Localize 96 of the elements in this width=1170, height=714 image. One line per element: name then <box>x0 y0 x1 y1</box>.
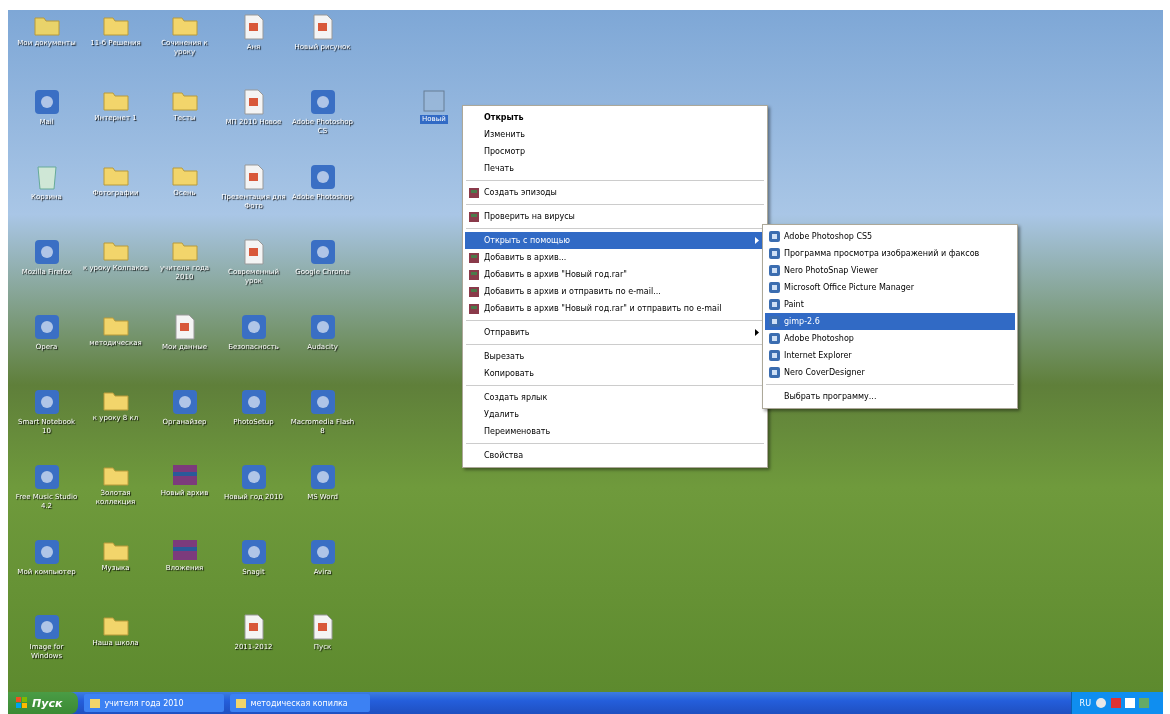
menu-item[interactable]: Internet Explorer <box>765 347 1015 364</box>
menu-item[interactable]: Создать эпизоды <box>465 184 765 201</box>
application-icon <box>309 89 336 115</box>
document-icon <box>242 14 265 40</box>
submenu-arrow-icon <box>755 329 759 336</box>
application-icon <box>171 389 198 415</box>
folder-icon <box>102 614 129 636</box>
application-icon <box>309 539 336 565</box>
menu-item[interactable]: Paint <box>765 296 1015 313</box>
application-icon <box>33 614 60 640</box>
document-icon <box>242 164 265 190</box>
menu-item[interactable]: gimp-2.6 <box>765 313 1015 330</box>
folder-icon <box>102 464 129 486</box>
application-icon <box>309 164 336 190</box>
program-icon <box>768 367 780 378</box>
menu-item[interactable]: Просмотр <box>465 143 765 160</box>
folder-icon <box>102 539 129 561</box>
menu-item[interactable]: Открыть с помощью <box>465 232 765 249</box>
program-icon <box>768 333 780 344</box>
menu-item[interactable]: Создать ярлык <box>465 389 765 406</box>
menu-item[interactable]: Удалить <box>465 406 765 423</box>
archive-icon <box>171 539 198 561</box>
menu-item[interactable]: Microsoft Office Picture Manager <box>765 279 1015 296</box>
folder-icon <box>171 89 198 111</box>
taskbar-button[interactable]: методическая копилка <box>230 694 371 712</box>
program-icon <box>768 248 780 259</box>
program-icon <box>768 265 780 276</box>
application-icon <box>33 539 60 565</box>
start-button[interactable]: Пуск <box>8 692 79 714</box>
program-icon <box>768 299 780 310</box>
application-icon <box>240 314 267 340</box>
application-icon <box>33 314 60 340</box>
menu-item[interactable]: Открыть <box>465 109 765 126</box>
menu-item[interactable]: Свойства <box>465 447 765 464</box>
application-icon <box>33 89 60 115</box>
menu-item[interactable]: Печать <box>465 160 765 177</box>
program-icon <box>469 252 479 263</box>
recycle-bin-icon <box>35 164 58 190</box>
application-icon <box>33 389 60 415</box>
program-icon <box>469 211 479 222</box>
menu-item[interactable]: Проверить на вирусы <box>465 208 765 225</box>
program-icon <box>768 282 780 293</box>
document-icon <box>173 314 196 340</box>
program-icon <box>469 187 479 198</box>
menu-item[interactable]: Добавить в архив и отправить по e-mail... <box>465 283 765 300</box>
menu-item[interactable]: Nero PhotoSnap Viewer <box>765 262 1015 279</box>
application-icon <box>33 239 60 265</box>
program-icon <box>768 350 780 361</box>
window-icon <box>90 698 101 708</box>
menu-item[interactable]: Добавить в архив "Новый год.rar" и отправить по e-mail <box>465 300 765 317</box>
folder-icon <box>102 14 129 36</box>
folder-icon <box>102 389 129 411</box>
menu-item[interactable]: Adobe Photoshop <box>765 330 1015 347</box>
program-icon <box>469 303 479 314</box>
folder-icon <box>171 164 198 186</box>
application-icon <box>309 464 336 490</box>
menu-item[interactable]: Отправить <box>465 324 765 341</box>
folder-icon <box>102 89 129 111</box>
menu-item[interactable]: Копировать <box>465 365 765 382</box>
menu-item[interactable]: Вырезать <box>465 348 765 365</box>
language-indicator[interactable]: RU <box>1079 698 1091 708</box>
application-icon <box>309 239 336 265</box>
menu-item[interactable]: Выбрать программу... <box>765 388 1015 405</box>
menu-item[interactable]: Программа просмотра изображений и факсов <box>765 245 1015 262</box>
application-icon <box>33 464 60 490</box>
menu-item[interactable]: Переименовать <box>465 423 765 440</box>
menu-item[interactable]: Nero CoverDesigner <box>765 364 1015 381</box>
program-icon <box>768 231 780 242</box>
menu-item[interactable]: Изменить <box>465 126 765 143</box>
program-icon <box>469 286 479 297</box>
application-icon <box>309 314 336 340</box>
program-icon <box>768 316 780 327</box>
menu-item[interactable]: Добавить в архив... <box>465 249 765 266</box>
document-icon <box>311 614 334 640</box>
taskbar-button[interactable]: учителя года 2010 <box>84 694 225 712</box>
menu-item[interactable]: Добавить в архив "Новый год.rar" <box>465 266 765 283</box>
application-icon <box>240 464 267 490</box>
submenu-arrow-icon <box>755 237 759 244</box>
folder-icon <box>102 239 129 261</box>
folder-icon <box>102 164 129 186</box>
document-icon <box>311 14 334 40</box>
folder-icon <box>102 314 129 336</box>
windows-logo-icon <box>16 697 28 709</box>
application-icon <box>240 539 267 565</box>
application-icon <box>240 389 267 415</box>
document-icon <box>242 614 265 640</box>
menu-item[interactable]: Adobe Photoshop CS5 <box>765 228 1015 245</box>
application-icon <box>309 389 336 415</box>
folder-icon <box>171 14 198 36</box>
program-icon <box>469 269 479 280</box>
document-icon <box>242 239 265 265</box>
document-icon <box>242 89 265 115</box>
archive-icon <box>171 464 198 486</box>
folder-icon <box>33 14 60 36</box>
folder-icon <box>171 239 198 261</box>
window-icon <box>236 698 247 708</box>
